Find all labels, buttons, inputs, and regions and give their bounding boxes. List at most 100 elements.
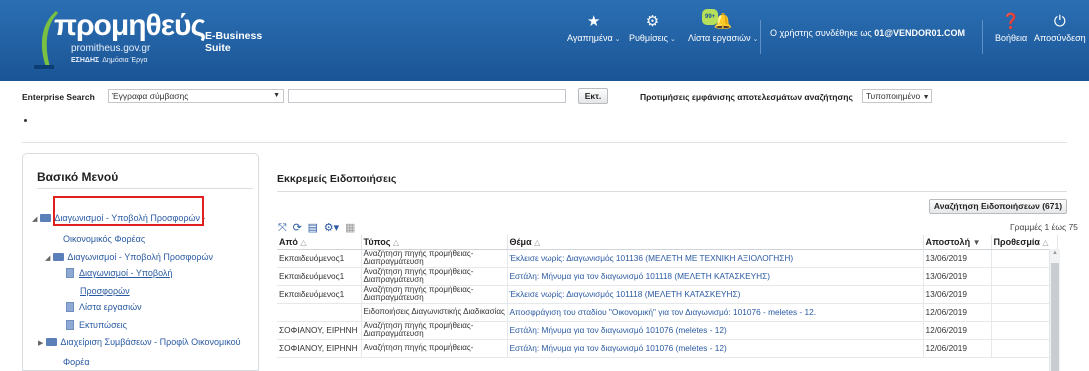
cell-subject-link[interactable]: Έκλεισε νωρίς: Διαγωνισμός 101118 (ΜΕΛΕΤ…: [507, 285, 924, 304]
column-header-deadline[interactable]: Προθεσμία △: [991, 235, 1058, 250]
cell-type: Ειδοποιήσεις Διαγωνιστικής Διαδικασίας: [361, 303, 508, 322]
section-divider: [22, 142, 1067, 143]
column-header-label: Θέμα: [509, 236, 532, 247]
collapsed-triangle-icon: ▶: [38, 340, 44, 347]
document-icon: [66, 268, 74, 278]
search-notifications-button[interactable]: Αναζήτηση Ειδοποιήσεων (671): [929, 199, 1067, 214]
search-input[interactable]: [288, 89, 566, 103]
column-header-subject[interactable]: Θέμα △: [507, 235, 924, 250]
table-row[interactable]: Ειδοποιήσεις Διαγωνιστικής Διαδικασίας Α…: [277, 303, 1058, 322]
column-header-from[interactable]: Από △: [277, 235, 362, 250]
menu-item-operator-2[interactable]: Φορέα: [63, 357, 90, 367]
sort-desc-icon: ▼: [972, 237, 981, 247]
worklist-badge: 99+: [702, 9, 719, 25]
cell-from: Εκπαιδευόμενος1: [277, 249, 362, 268]
logout-button[interactable]: ⏻ Αποσύνδεση: [1034, 13, 1086, 44]
search-go-button[interactable]: Εκτ.: [578, 88, 608, 104]
settings-menu[interactable]: ⚙ Ρυθμίσεις ⌄: [629, 14, 676, 44]
sort-icon: △: [300, 237, 307, 247]
cell-from: ΣΟΦΙΑΝΟΥ, ΕΙΡΗΝΗ: [277, 321, 362, 340]
user-prefix: Ο χρήστης συνδέθηκε ως: [770, 28, 872, 38]
column-header-label: Αποστολή: [925, 236, 971, 247]
chevron-down-icon: ⌄: [670, 36, 676, 43]
settings-label: Ρυθμίσεις: [629, 33, 669, 43]
search-preferences-label: Προτιμήσεις εμφάνισης αποτελεσμάτων αναζ…: [640, 92, 853, 102]
menu-divider: [37, 188, 253, 189]
menu-item-prints[interactable]: Εκτυπώσεις: [66, 320, 127, 330]
search-preferences-value: Τυποποιημένο: [866, 91, 921, 101]
cell-type: Αναζήτηση πηγής προμήθειας-Διαπραγμάτευσ…: [361, 267, 508, 286]
column-header-label: Προθεσμία: [993, 236, 1040, 247]
favorites-label: Αγαπημένα: [567, 33, 613, 43]
cell-deadline: [991, 339, 1058, 358]
cell-type: Αναζήτηση πηγής προμήθειας-: [361, 339, 508, 358]
menu-item-label: Διαγωνισμοί - Υποβολή Προσφορών: [67, 252, 213, 262]
expand-icon[interactable]: ⤧: [278, 222, 287, 235]
detach-icon[interactable]: ▦: [345, 221, 355, 234]
table-row[interactable]: ΣΟΦΙΑΝΟΥ, ΕΙΡΗΝΗ Αναζήτηση πηγής προμήθε…: [277, 321, 1058, 340]
menu-item-tenders-submit[interactable]: Διαγωνισμοί - Υποβολή: [66, 268, 172, 278]
user-name: 01@VENDOR01.COM: [874, 28, 966, 38]
search-preferences-select[interactable]: Τυποποιημένο ▼: [862, 89, 932, 103]
menu-item-operator[interactable]: Οικονομικός Φορέας: [63, 234, 145, 244]
header-separator: [982, 20, 983, 54]
sort-icon: △: [1042, 237, 1049, 247]
help-button[interactable]: ❓ Βοήθεια: [995, 13, 1028, 44]
cell-subject-link[interactable]: Εστάλη: Μήνυμα για τον διαγωνισμό 101076…: [507, 339, 924, 358]
menu-item-label: Διαγωνισμοί - Υποβολή: [79, 268, 173, 278]
cell-from: Εκπαιδευόμενος1: [277, 267, 362, 286]
menu-item-label: Διαχείριση Συμβάσεων - Προφίλ Οικονομικο…: [60, 337, 241, 347]
folder-icon: [40, 214, 52, 222]
folder-icon: [53, 253, 65, 261]
header-separator: [760, 20, 761, 54]
cell-deadline: [991, 249, 1058, 268]
export-icon[interactable]: ▤: [308, 221, 318, 234]
column-header-label: Από: [279, 236, 298, 247]
promitheus-logo[interactable]: προμηθεύς E-Business Suite promitheus.go…: [22, 9, 277, 73]
power-icon: ⏻: [1053, 13, 1066, 30]
table-row[interactable]: ΣΟΦΙΑΝΟΥ, ΕΙΡΗΝΗ Αναζήτηση πηγής προμήθε…: [277, 339, 1058, 358]
search-category-select[interactable]: Έγγραφα σύμβασης ▼: [108, 89, 284, 103]
cell-from: [277, 303, 362, 322]
table-row[interactable]: Εκπαιδευόμενος1 Αναζήτηση πηγής προμήθει…: [277, 267, 1058, 286]
menu-item-offers[interactable]: Προσφορών: [80, 286, 130, 296]
sort-icon: △: [392, 237, 400, 247]
cell-from: Εκπαιδευόμενος1: [277, 285, 362, 304]
table-header-row: Από △ Τύπος △ Θέμα △ Αποστολή ▼ Προθεσμί…: [277, 235, 1058, 250]
menu-item-tenders-submission[interactable]: ◢ Διαγωνισμοί - Υποβολή Προσφορών: [45, 252, 213, 262]
cell-subject-link[interactable]: Εστάλη: Μήνυμα για τον διαγωνισμό 101118…: [507, 267, 924, 286]
logo-url: promitheus.gov.gr: [71, 43, 151, 54]
document-icon: [66, 302, 74, 312]
column-header-type[interactable]: Τύπος △: [361, 235, 508, 250]
cell-sent: 13/06/2019: [923, 249, 992, 268]
cell-subject-link[interactable]: Αποσφράγιση του σταδίου "Οικονομική" για…: [507, 303, 924, 322]
table-row[interactable]: Εκπαιδευόμενος1 Αναζήτηση πηγής προμήθει…: [277, 249, 1058, 268]
search-category-value: Έγγραφα σύμβασης: [112, 91, 189, 101]
dropdown-arrow-icon: ▼: [273, 92, 280, 99]
help-label: Βοήθεια: [995, 33, 1028, 43]
table-scrollbar[interactable]: ▲: [1049, 249, 1060, 371]
worklist-menu[interactable]: 🔔 99+ Λίστα εργασιών ⌄: [688, 9, 759, 43]
column-header-sent[interactable]: Αποστολή ▼: [923, 235, 992, 250]
actions-gear-icon[interactable]: ⚙▾: [324, 221, 339, 234]
column-header-label: Τύπος: [363, 236, 391, 247]
menu-item-worklist[interactable]: Λίστα εργασιών: [66, 302, 142, 312]
scrollbar-thumb[interactable]: [1051, 263, 1059, 371]
cell-subject-link[interactable]: Έκλεισε νωρίς: Διαγωνισμός 101136 (ΜΕΛΕΤ…: [507, 249, 924, 268]
logo-suite-label: E-Business Suite: [205, 30, 263, 54]
cell-deadline: [991, 267, 1058, 286]
cell-subject-link[interactable]: Εστάλη: Μήνυμα για τον διαγωνισμό 101076…: [507, 321, 924, 340]
cell-sent: 12/06/2019: [923, 303, 992, 322]
favorites-menu[interactable]: ★ Αγαπημένα ⌄: [567, 13, 621, 44]
menu-item-contract-management[interactable]: ▶ Διαχείριση Συμβάσεων - Προφίλ Οικονομικ…: [38, 337, 241, 347]
chevron-down-icon: ⌄: [614, 36, 621, 43]
notifications-divider: [277, 191, 1067, 192]
cell-deadline: [991, 285, 1058, 304]
refresh-icon[interactable]: ⟳: [293, 221, 302, 234]
cell-type: Αναζήτηση πηγής προμήθειας-Διαπραγμάτευσ…: [361, 285, 508, 304]
scroll-up-icon[interactable]: ▲: [1052, 250, 1058, 256]
star-icon: ★: [587, 13, 601, 30]
table-row[interactable]: Εκπαιδευόμενος1 Αναζήτηση πηγής προμήθει…: [277, 285, 1058, 304]
cell-from: ΣΟΦΙΑΝΟΥ, ΕΙΡΗΝΗ: [277, 339, 362, 358]
help-icon: ❓: [1001, 13, 1021, 30]
